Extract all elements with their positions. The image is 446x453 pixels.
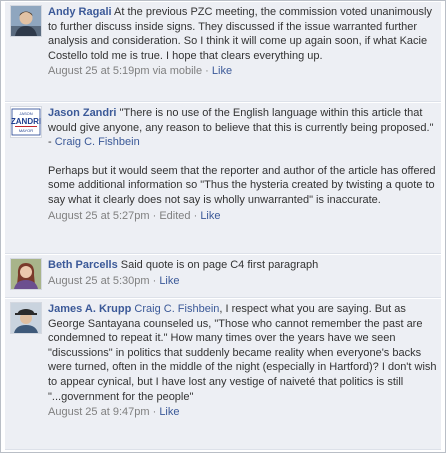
avatar-sign-bottom: MAYOR — [19, 128, 33, 133]
avatar-sign-top: JASON — [19, 111, 32, 116]
meta-separator: · — [152, 209, 157, 222]
quoted-person-link[interactable]: Craig C. Fishbein — [55, 136, 140, 148]
like-link[interactable]: Like — [200, 210, 220, 222]
comment-text: Said quote is on page C4 first paragraph — [120, 259, 319, 271]
comments-panel: Andy Ragali At the previous PZC meeting,… — [0, 0, 446, 453]
comment-author-link[interactable]: Jason Zandri — [48, 107, 116, 119]
avatar[interactable]: JASON ZANDRI MAYOR — [10, 106, 42, 138]
meta-separator: · — [193, 209, 198, 222]
comment-author-link[interactable]: Andy Ragali — [48, 6, 112, 18]
comment-timestamp[interactable]: August 25 at 5:30pm — [48, 275, 150, 287]
comment-meta: August 25 at 5:27pm · Edited · Like — [48, 209, 437, 224]
comment-meta: August 25 at 9:47pm · Like — [48, 405, 437, 420]
comment-item: James A. Krupp Craig C. Fishbein, I resp… — [5, 299, 441, 450]
comment-item: Andy Ragali At the previous PZC meeting,… — [5, 2, 441, 102]
profile-photo-man-icon — [11, 6, 41, 36]
like-link[interactable]: Like — [159, 406, 179, 418]
meta-separator: · — [152, 274, 157, 287]
comment-body: Jason Zandri "There is no use of the Eng… — [48, 106, 437, 223]
avatar[interactable] — [10, 302, 42, 334]
profile-photo-man-hat-icon — [11, 303, 41, 333]
meta-separator: · — [152, 406, 157, 419]
like-link[interactable]: Like — [159, 275, 179, 287]
comment-timestamp[interactable]: August 25 at 9:47pm — [48, 406, 150, 418]
comment-meta: August 25 at 5:19pm via mobile · Like — [48, 64, 437, 79]
profile-photo-woman-icon — [11, 259, 41, 289]
comment-item: JASON ZANDRI MAYOR Jason Zandri "There i… — [5, 103, 441, 254]
meta-separator: · — [205, 65, 209, 78]
comment-body: James A. Krupp Craig C. Fishbein, I resp… — [48, 302, 437, 420]
avatar[interactable] — [10, 5, 42, 37]
campaign-sign-icon: JASON ZANDRI MAYOR — [11, 107, 41, 137]
comment-item: Beth Parcells Said quote is on page C4 f… — [5, 255, 441, 298]
comment-text: , I respect what you are saying. But as … — [48, 303, 437, 403]
comment-timestamp[interactable]: August 25 at 5:19pm via mobile — [48, 65, 202, 77]
avatar[interactable] — [10, 258, 42, 290]
comment-author-link[interactable]: James A. Krupp — [48, 303, 131, 315]
edited-label[interactable]: Edited — [159, 210, 190, 222]
comment-text: Perhaps but it would seem that the repor… — [48, 164, 436, 206]
comment-body: Andy Ragali At the previous PZC meeting,… — [48, 5, 437, 79]
comment-body: Beth Parcells Said quote is on page C4 f… — [48, 258, 437, 288]
comment-author-link[interactable]: Beth Parcells — [48, 259, 118, 271]
like-link[interactable]: Like — [212, 65, 232, 77]
mention-link[interactable]: Craig C. Fishbein — [134, 303, 219, 315]
comment-meta: August 25 at 5:30pm · Like — [48, 274, 437, 289]
avatar-sign-name: ZANDRI — [11, 117, 41, 126]
comment-timestamp[interactable]: August 25 at 5:27pm — [48, 210, 150, 222]
